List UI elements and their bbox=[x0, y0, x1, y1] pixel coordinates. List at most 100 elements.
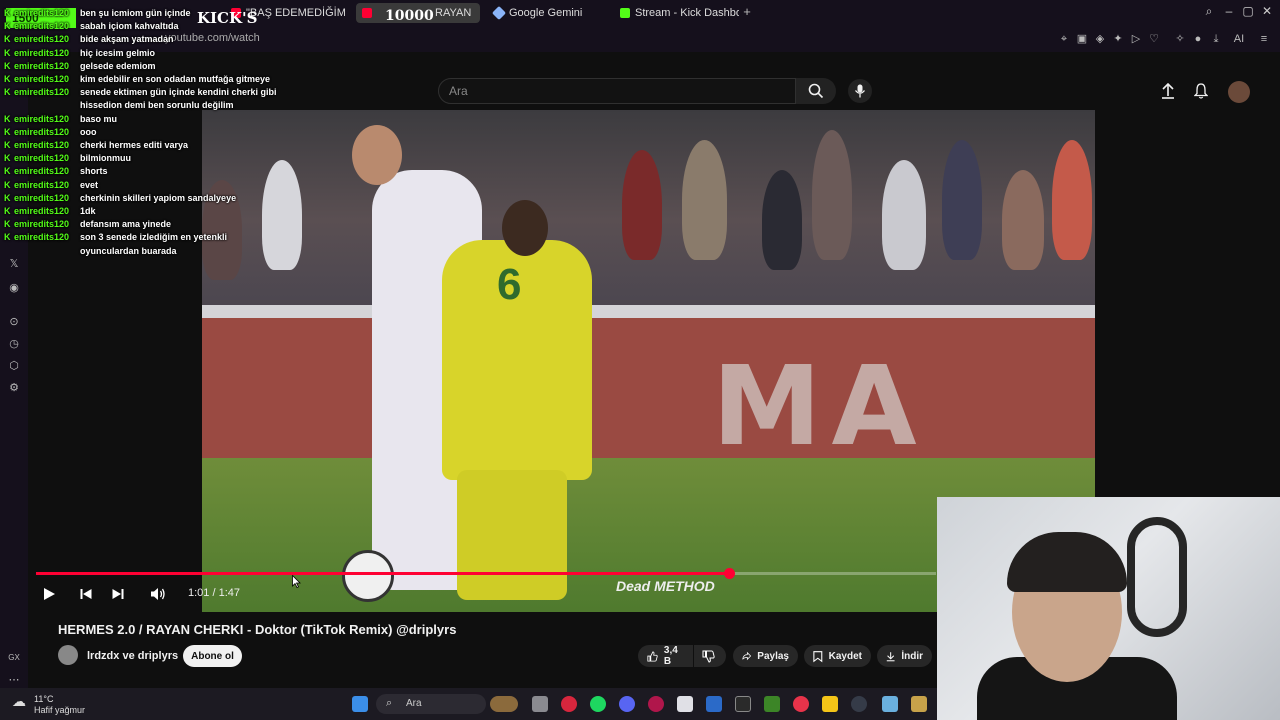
like-button[interactable]: 3,4 B bbox=[638, 645, 693, 667]
search-button[interactable] bbox=[796, 78, 836, 104]
chat-text: bide akşam yatmadan bbox=[80, 34, 174, 45]
streaming-app-icon[interactable] bbox=[793, 696, 809, 712]
tab-google-gemini[interactable]: Google Gemini bbox=[488, 3, 608, 23]
menu-icon[interactable]: ≡ bbox=[1258, 33, 1270, 45]
notifications-bell-icon[interactable] bbox=[1192, 82, 1210, 100]
download-button[interactable]: İndir bbox=[877, 645, 932, 667]
taskbar-search-icon: ⌕ bbox=[386, 697, 393, 709]
network-app-icon[interactable] bbox=[882, 696, 898, 712]
thumbs-down-icon bbox=[702, 650, 715, 663]
kick-badge-icon: K bbox=[4, 179, 11, 190]
chat-text: hiç icesim gelmio bbox=[80, 47, 156, 58]
store-icon[interactable] bbox=[677, 696, 693, 712]
player-icon[interactable]: ⊙ bbox=[7, 314, 21, 328]
play-extension-icon[interactable]: ▷ bbox=[1130, 33, 1142, 45]
channel-name[interactable]: lrdzdx ve driplyrs bbox=[87, 650, 178, 662]
extension-puzzle-icon[interactable]: ⬡ bbox=[7, 358, 21, 372]
next-button[interactable] bbox=[109, 585, 127, 603]
chat-message: Kemiredits120 ben şu icmiom gün içinde bbox=[4, 7, 284, 20]
kick-badge-icon: K bbox=[4, 206, 11, 217]
league-of-legends-icon[interactable] bbox=[911, 696, 927, 712]
progress-scrubber[interactable] bbox=[724, 568, 735, 579]
profile-icon[interactable]: ● bbox=[1192, 33, 1204, 45]
x-twitter-icon[interactable]: 𝕏 bbox=[7, 256, 21, 270]
ai-icon[interactable]: AI bbox=[1230, 33, 1248, 45]
kick-favicon-icon bbox=[620, 8, 630, 18]
extensions-icon[interactable]: ✧ bbox=[1174, 33, 1186, 45]
play-button[interactable] bbox=[40, 585, 58, 603]
heart-icon[interactable]: ♡ bbox=[1148, 33, 1160, 45]
search-input[interactable]: Ara bbox=[438, 78, 796, 104]
chat-username: emiredits120 bbox=[14, 126, 70, 137]
tab-kick-dashboard[interactable]: Stream - Kick Dashboard bbox=[614, 3, 739, 23]
history-icon[interactable]: ◷ bbox=[7, 336, 21, 350]
chat-message: Kemiredits120 cherkinin skilleri yapiom s… bbox=[4, 192, 284, 205]
bookmark-icon[interactable]: ⌖ bbox=[1058, 33, 1070, 45]
opera-gx-icon[interactable] bbox=[561, 696, 577, 712]
volume-button[interactable] bbox=[149, 585, 167, 603]
task-view-icon[interactable] bbox=[532, 696, 548, 712]
windows-start-icon[interactable] bbox=[352, 696, 368, 712]
tab-label: RAYAN bbox=[435, 7, 472, 19]
user-avatar[interactable] bbox=[1228, 81, 1250, 103]
chat-message: Kemiredits120 evet bbox=[4, 179, 284, 192]
video-rail bbox=[202, 305, 1095, 319]
maximize-icon[interactable]: ▢ bbox=[1240, 4, 1256, 18]
progress-bar[interactable] bbox=[36, 568, 936, 579]
pen-app-icon[interactable] bbox=[822, 696, 838, 712]
new-tab-plus-icon[interactable]: + bbox=[740, 5, 754, 19]
close-icon[interactable]: ✕ bbox=[1259, 4, 1275, 18]
chat-username: emiredits120 bbox=[14, 140, 70, 151]
discord-icon[interactable]: ◉ bbox=[7, 280, 21, 294]
youtube-favicon-icon bbox=[362, 8, 372, 18]
share-icon bbox=[742, 651, 752, 661]
minecraft-icon[interactable] bbox=[764, 696, 780, 712]
share-button[interactable]: Paylaş bbox=[733, 645, 798, 667]
microphone-icon bbox=[854, 84, 866, 98]
tab-label: Stream - Kick Dashboard bbox=[635, 7, 739, 19]
taskbar-search[interactable]: ⌕ Ara bbox=[376, 694, 486, 714]
dislike-button[interactable] bbox=[694, 645, 726, 667]
voice-search-button[interactable] bbox=[848, 79, 872, 103]
photos-icon[interactable] bbox=[706, 696, 722, 712]
chat-username: emiredits120 bbox=[14, 232, 70, 243]
save-button[interactable]: Kaydet bbox=[804, 645, 871, 667]
webcam-headset bbox=[1127, 517, 1187, 637]
search-tabs-icon[interactable]: ⌕ bbox=[1201, 4, 1217, 19]
weather-temperature: 11°C bbox=[34, 694, 54, 704]
chat-username: emiredits120 bbox=[14, 219, 70, 230]
opera-taskbar-icon[interactable] bbox=[648, 696, 664, 712]
chat-username: emiredits120 bbox=[14, 87, 70, 98]
upload-icon[interactable] bbox=[1159, 82, 1177, 100]
translate-icon[interactable]: ✦ bbox=[1112, 33, 1124, 45]
gx-icon[interactable]: GX bbox=[7, 650, 21, 664]
shield-icon[interactable]: ◈ bbox=[1094, 33, 1106, 45]
steam-icon[interactable] bbox=[851, 696, 867, 712]
taskbar-search-label: Ara bbox=[406, 698, 422, 709]
subscribe-button[interactable]: Abone ol bbox=[183, 645, 242, 667]
widgets-icon[interactable] bbox=[490, 696, 518, 712]
chat-text: shorts bbox=[80, 166, 108, 177]
discord-taskbar-icon[interactable] bbox=[619, 696, 635, 712]
screenshot-icon[interactable]: ▣ bbox=[1076, 33, 1088, 45]
chat-text: senede ektimen gün içinde kendini cherki… bbox=[80, 87, 277, 111]
chat-text: gelsede edemiom bbox=[80, 60, 156, 71]
chat-message: Kemiredits120 sabah içiom kahvaltıda bbox=[4, 20, 284, 33]
chat-text: sabah içiom kahvaltıda bbox=[80, 21, 179, 32]
download-icon[interactable]: ⤓ bbox=[1210, 33, 1222, 45]
minimize-icon[interactable]: – bbox=[1221, 4, 1237, 18]
webcam-hair bbox=[1007, 532, 1127, 592]
chat-message: Kemiredits120 bide akşam yatmadan bbox=[4, 33, 284, 46]
video-ad-board bbox=[202, 318, 1095, 458]
download-arrow-icon bbox=[886, 651, 895, 661]
epic-games-icon[interactable] bbox=[735, 696, 751, 712]
channel-avatar[interactable] bbox=[58, 645, 78, 665]
spotify-icon[interactable] bbox=[590, 696, 606, 712]
more-icon[interactable]: ⋯ bbox=[7, 672, 21, 686]
player-white-head bbox=[352, 125, 402, 185]
settings-gear-icon[interactable]: ⚙ bbox=[7, 380, 21, 394]
webcam-feed bbox=[937, 497, 1280, 720]
previous-button[interactable] bbox=[77, 585, 95, 603]
weather-condition: Hafif yağmur bbox=[34, 705, 86, 715]
chat-message: Kemiredits120 ooo bbox=[4, 126, 284, 139]
